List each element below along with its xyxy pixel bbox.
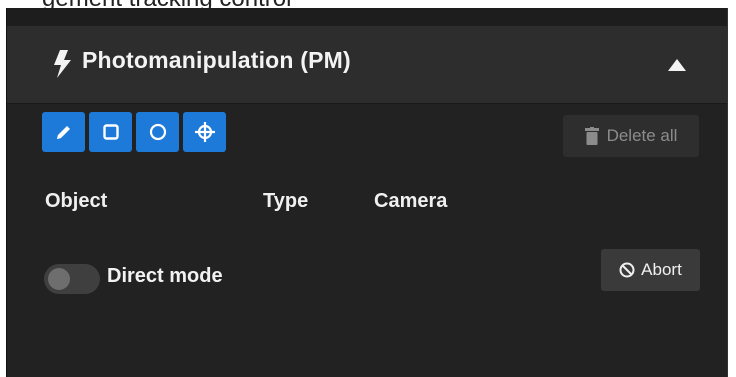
square-icon — [102, 124, 119, 140]
panel-header[interactable]: Photomanipulation (PM) — [7, 26, 727, 104]
panel-top-bar — [7, 8, 727, 26]
delete-all-label: Delete all — [606, 126, 678, 145]
circle-tool-button[interactable] — [136, 112, 179, 152]
prohibit-icon — [619, 262, 635, 278]
crosshair-icon — [194, 122, 215, 142]
pencil-tool-button[interactable] — [42, 112, 85, 152]
direct-mode-label: Direct mode — [107, 265, 223, 287]
collapse-up-icon[interactable] — [667, 58, 687, 72]
bolt-icon — [54, 50, 71, 78]
toggle-knob — [48, 268, 70, 290]
pencil-icon — [56, 126, 70, 139]
point-tool-button[interactable] — [183, 112, 226, 152]
direct-mode-toggle[interactable] — [44, 264, 100, 294]
delete-all-button[interactable]: Delete all — [563, 115, 699, 157]
abort-label: Abort — [641, 260, 682, 279]
photomanipulation-panel: Photomanipulation (PM) Delete all Object… — [6, 8, 728, 377]
abort-button[interactable]: Abort — [601, 249, 700, 291]
panel-title: Photomanipulation (PM) — [82, 47, 351, 73]
circle-icon — [149, 123, 166, 141]
trash-icon — [584, 127, 599, 145]
column-type: Type — [263, 190, 309, 212]
drawing-tools — [42, 112, 226, 152]
rectangle-tool-button[interactable] — [89, 112, 132, 152]
column-object: Object — [45, 190, 108, 212]
column-camera: Camera — [374, 190, 448, 212]
